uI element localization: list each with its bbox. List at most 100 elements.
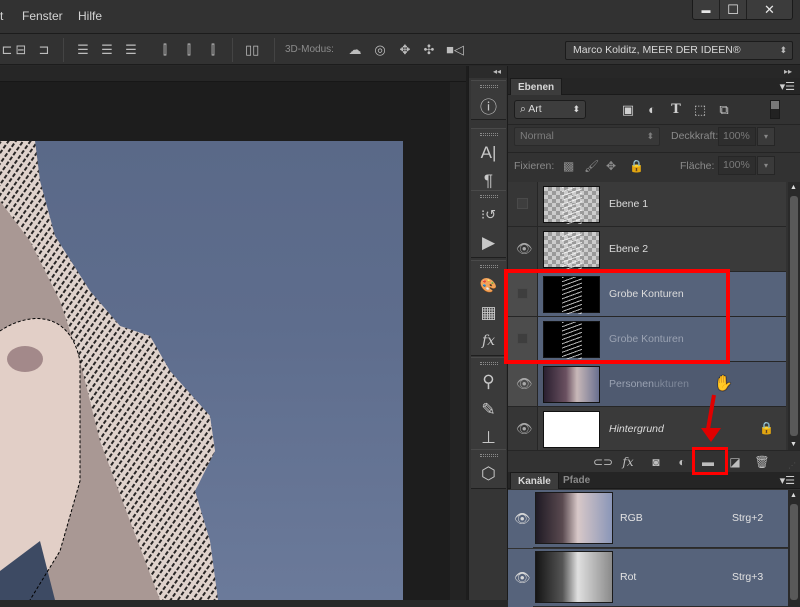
distribute-left-icon[interactable]: ⫿: [158, 42, 172, 58]
drag-3d-icon[interactable]: ✥: [398, 42, 412, 58]
filter-toggle-switch[interactable]: [770, 100, 780, 119]
layer-row[interactable]: 👁 Ebene 2: [508, 227, 786, 272]
close-button[interactable]: ✕: [747, 0, 792, 19]
slide-3d-icon[interactable]: ✣: [422, 42, 436, 58]
menu-item-hilfe[interactable]: Hilfe: [78, 9, 102, 23]
scroll-up-icon[interactable]: ▲: [790, 492, 797, 499]
annotation-arrow-head: [701, 428, 721, 442]
actions-play-icon[interactable]: ▶: [471, 229, 506, 257]
lock-image-pixels-icon[interactable]: 🖌: [584, 159, 599, 173]
grip-handle[interactable]: [479, 265, 498, 268]
scroll-up-icon[interactable]: ▲: [790, 184, 797, 191]
fill-dropdown[interactable]: ▾: [757, 156, 775, 175]
clone-source-icon[interactable]: ⊥: [471, 424, 506, 452]
new-layer-icon[interactable]: ◪: [727, 455, 743, 469]
menu-item-fenster[interactable]: Fenster: [22, 9, 63, 23]
document-image[interactable]: [0, 141, 403, 600]
pixel-layer-filter-icon[interactable]: ▣: [621, 103, 635, 117]
tab-kanaele[interactable]: Kanäle: [510, 472, 559, 489]
visibility-toggle[interactable]: 👁: [508, 549, 533, 607]
styles-fx-icon[interactable]: fx: [471, 327, 506, 355]
layer-name: Personenukturen: [609, 378, 689, 390]
workspace-select[interactable]: Marco Kolditz, MEER DER IDEEN® ⬍: [565, 41, 793, 60]
document-tab-bar: [0, 66, 466, 82]
menu-item-bild-partial[interactable]: t: [0, 9, 3, 23]
link-layers-icon[interactable]: ⊂⊃: [593, 455, 613, 469]
distribute-right-icon[interactable]: ⫿: [206, 42, 220, 58]
dock-group-type: A| ¶: [471, 128, 506, 196]
distribute-horizontal-centers-icon[interactable]: ⫿: [182, 42, 196, 58]
opacity-dropdown[interactable]: ▾: [757, 127, 775, 146]
lock-icon: 🔒: [759, 421, 774, 435]
distribute-vertical-centers-icon[interactable]: ☰: [100, 42, 114, 58]
info-icon[interactable]: ⓘ: [471, 91, 506, 119]
history-icon[interactable]: ⁝↺: [471, 201, 506, 229]
type-layer-filter-icon[interactable]: T: [669, 103, 683, 117]
visibility-toggle[interactable]: 👁: [508, 407, 538, 451]
scroll-down-icon[interactable]: ▼: [790, 441, 797, 448]
blend-row: Normal ⬍ Deckkraft: 100% ▾: [508, 125, 800, 150]
visibility-toggle[interactable]: 👁: [508, 490, 533, 548]
channel-row[interactable]: 👁 Rot Strg+3: [508, 549, 788, 607]
scale-3d-camera-icon[interactable]: ■◁: [446, 42, 464, 58]
grip-handle[interactable]: [479, 195, 498, 198]
filter-type-value: Art: [528, 103, 542, 115]
layer-row[interactable]: Ebene 1: [508, 182, 786, 227]
dock-group-history: ⁝↺ ▶: [471, 190, 506, 258]
eye-icon: 👁: [516, 241, 533, 256]
brush-icon[interactable]: ✎: [471, 396, 506, 424]
delete-layer-icon[interactable]: 🗑: [754, 455, 770, 469]
distribute-bottom-icon[interactable]: ☰: [124, 42, 138, 58]
layer-row[interactable]: 👁 Personenukturen: [508, 362, 786, 407]
shape-layer-filter-icon[interactable]: ⬚: [693, 103, 707, 117]
layer-row-background[interactable]: 👁 Hintergrund 🔒: [508, 407, 786, 452]
layer-style-fx-icon[interactable]: fx: [620, 455, 636, 469]
grip-handle[interactable]: [479, 454, 498, 457]
visibility-toggle[interactable]: 👁: [508, 362, 538, 406]
canvas-scrollbar[interactable]: [450, 82, 466, 600]
channel-row[interactable]: 👁 RGB Strg+2: [508, 490, 788, 548]
roll-3d-icon[interactable]: ◎: [373, 42, 387, 58]
grip-handle[interactable]: [479, 85, 498, 88]
3d-icon[interactable]: ⬡: [471, 460, 506, 488]
visibility-toggle[interactable]: 👁: [508, 227, 538, 271]
grip-handle[interactable]: [479, 133, 498, 136]
distribute-top-icon[interactable]: ☰: [76, 42, 90, 58]
layers-scrollbar[interactable]: ▲ ▼: [788, 182, 800, 450]
minimize-button[interactable]: ▬: [693, 0, 720, 19]
channels-scrollbar[interactable]: ▲: [788, 490, 800, 600]
resize-grip-icon[interactable]: ⋰: [788, 461, 796, 470]
blend-mode-select[interactable]: Normal ⬍: [514, 127, 660, 146]
align-horizontal-centers-icon[interactable]: ⊟: [14, 42, 28, 58]
character-icon[interactable]: A|: [471, 139, 506, 167]
rotate-3d-icon[interactable]: ☁: [348, 42, 362, 58]
color-palette-icon[interactable]: 🎨: [471, 271, 506, 299]
grip-handle[interactable]: [479, 362, 498, 365]
brush-presets-icon[interactable]: ⚲: [471, 368, 506, 396]
fill-field[interactable]: 100%: [718, 156, 756, 175]
tab-ebenen[interactable]: Ebenen: [510, 78, 563, 95]
expand-panels-button[interactable]: ▸▸: [508, 66, 800, 78]
tab-pfade[interactable]: Pfade: [556, 472, 597, 489]
opacity-field[interactable]: 100%: [718, 127, 756, 146]
close-icon: ✕: [764, 1, 775, 17]
auto-align-icon[interactable]: ▯▯: [245, 42, 259, 58]
scroll-thumb[interactable]: [790, 196, 798, 436]
adjustment-layer-icon[interactable]: ◐: [674, 455, 690, 469]
scroll-thumb[interactable]: [790, 504, 798, 600]
panel-menu-icon[interactable]: ▾☰: [780, 80, 795, 93]
collapse-dock-button[interactable]: ◂◂: [469, 66, 507, 78]
align-right-edges-icon[interactable]: ⊐: [37, 42, 51, 58]
align-left-edges-icon[interactable]: ⊏: [0, 42, 14, 58]
smart-object-filter-icon[interactable]: ⧉: [717, 103, 731, 117]
visibility-toggle[interactable]: [508, 182, 538, 226]
filter-type-select[interactable]: ⌕ Art ⬍: [514, 100, 586, 119]
adjustment-layer-filter-icon[interactable]: ◐: [645, 103, 659, 117]
lock-position-icon[interactable]: ✥: [606, 159, 616, 173]
add-mask-icon[interactable]: ◙: [648, 455, 664, 469]
panel-menu-icon[interactable]: ▾☰: [780, 474, 795, 487]
lock-all-icon[interactable]: 🔒: [629, 159, 644, 173]
swatches-icon[interactable]: ▦: [471, 299, 506, 327]
lock-transparent-pixels-icon[interactable]: ▩: [563, 159, 574, 173]
maximize-button[interactable]: ☐: [720, 0, 747, 19]
